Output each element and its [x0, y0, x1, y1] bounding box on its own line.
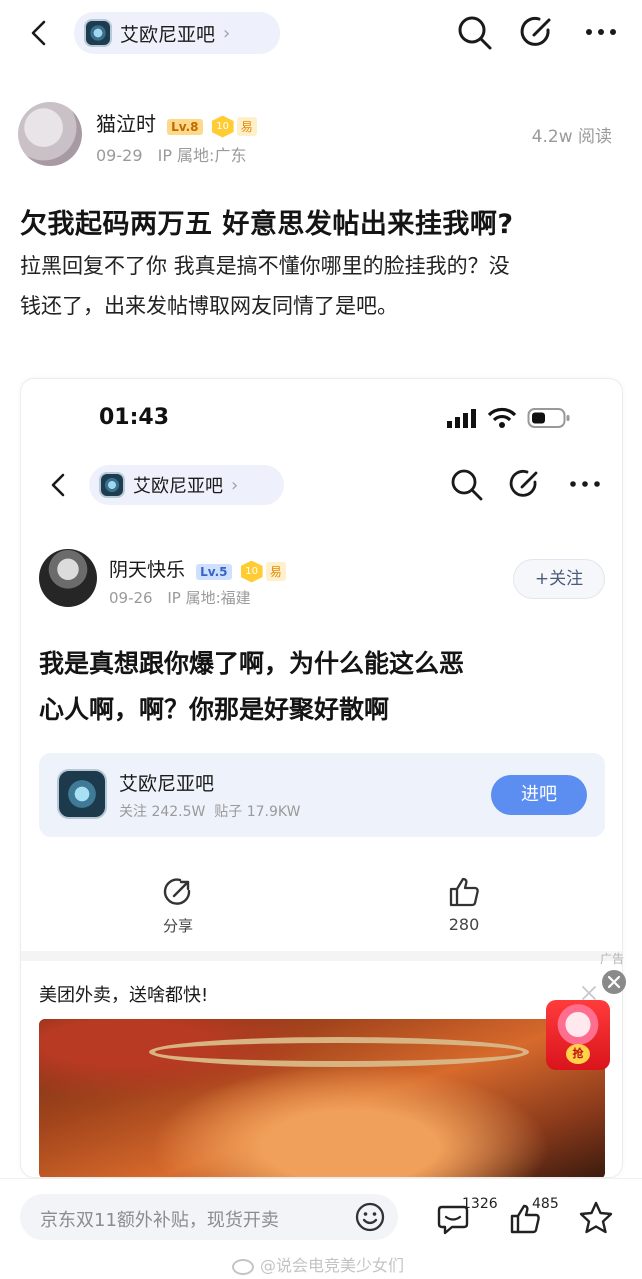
forum-card: 艾欧尼亚吧 关注 242.5W 贴子 17.9KW 进吧 [39, 753, 605, 837]
embedded-screenshot: 01:43 艾欧尼亚吧 › 阴天快乐 Lv.5 10 易 09-26 IP 属地… [20, 378, 623, 1178]
reply-input[interactable]: 京东双11额外补贴，现货开卖 [20, 1194, 398, 1240]
back-icon [47, 471, 69, 499]
search-icon [449, 467, 485, 503]
author-avatar [39, 549, 97, 607]
post-meta: 09-29 IP 属地:广东 [96, 142, 246, 166]
thumbs-up-icon [447, 875, 481, 909]
post-ip: IP 属地:广东 [157, 146, 247, 165]
edit-icon [507, 466, 543, 502]
forum-pill[interactable]: 艾欧尼亚吧 › [74, 12, 280, 54]
ad-food-image [39, 1019, 605, 1177]
forum-logo-icon [84, 19, 112, 47]
back-icon[interactable] [26, 18, 52, 48]
enter-forum-button: 进吧 [491, 775, 587, 815]
author-line: 猫泣时 Lv.8 10 易 [96, 108, 257, 138]
forum-name: 艾欧尼亚吧 [120, 23, 216, 46]
author-name: 阴天快乐 [109, 559, 186, 581]
level-badge: Lv.8 [167, 118, 203, 135]
post-body-line: 拉黑回复不了你 我真是搞不懂你哪里的脸挂我的？没 [20, 254, 510, 278]
level-badge: Lv.5 [196, 563, 232, 580]
like-count: 485 [532, 1196, 559, 1212]
post-date: 09-26 [109, 589, 153, 607]
easy-tag: 易 [265, 562, 286, 581]
status-time: 01:43 [99, 405, 170, 430]
easy-tag: 易 [236, 117, 257, 136]
watermark: @说会电竞美少女们 [232, 1252, 404, 1276]
post-body-line: 钱还了，出来发帖博取网友同情了是吧。 [20, 294, 398, 318]
share-label: 分享 [162, 917, 193, 935]
edit-icon[interactable] [518, 13, 556, 51]
close-icon[interactable] [601, 969, 627, 995]
divider [21, 951, 622, 961]
post-date: 09-29 [96, 146, 143, 165]
view-count: 4.2w 阅读 [531, 127, 612, 147]
forum-pill: 艾欧尼亚吧 › [89, 465, 284, 505]
share-icon [161, 875, 195, 909]
post-ip: IP 属地:福建 [167, 589, 251, 607]
more-icon[interactable] [584, 22, 618, 42]
embedded-title-line: 心人啊，啊？你那是好聚好散啊 [39, 695, 390, 724]
post-meta: 09-26 IP 属地:福建 [109, 587, 251, 608]
watermark-text: @说会电竞美少女们 [260, 1256, 405, 1275]
post-body: 拉黑回复不了你 我真是搞不懂你哪里的脸挂我的？没 钱还了，出来发帖博取网友同情了… [20, 246, 630, 326]
forum-logo-icon [99, 472, 125, 498]
forum-name: 艾欧尼亚吧 [133, 476, 223, 497]
star-icon[interactable] [578, 1200, 614, 1236]
red-packet-icon[interactable]: 抢 [546, 1000, 610, 1070]
ad-tag: 广告 [600, 952, 625, 966]
forum-card-logo-icon [57, 769, 107, 819]
forum-card-stats: 关注 242.5W 贴子 17.9KW [119, 804, 301, 820]
comment-count: 1326 [462, 1196, 498, 1212]
battery-icon [527, 407, 571, 429]
emoji-icon[interactable] [354, 1201, 386, 1233]
signal-icon [446, 407, 480, 429]
follow-button: +关注 [513, 559, 605, 599]
author-line: 阴天快乐 Lv.5 10 易 [109, 555, 286, 583]
post-title: 欠我起码两万五 好意思发帖出来挂我啊? [20, 209, 514, 240]
coin-badge: 10 [211, 115, 234, 138]
ad-text: 美团外卖，送啥都快! [39, 985, 209, 1006]
search-icon[interactable] [456, 14, 494, 52]
red-packet-label: 抢 [566, 1044, 590, 1064]
like-count: 280 [448, 915, 480, 934]
author-name[interactable]: 猫泣时 [96, 112, 156, 136]
embedded-title: 我是真想跟你爆了啊，为什么能这么恶 心人啊，啊？你那是好聚好散啊 [39, 641, 609, 733]
forum-card-name: 艾欧尼亚吧 [119, 773, 215, 795]
coin-badge: 10 [240, 560, 263, 583]
embedded-title-line: 我是真想跟你爆了啊，为什么能这么恶 [39, 649, 465, 678]
chevron-right-icon: › [231, 474, 239, 496]
chevron-right-icon: › [223, 22, 231, 44]
more-icon [569, 475, 601, 493]
reply-placeholder: 京东双11额外补贴，现货开卖 [40, 1210, 279, 1231]
weibo-logo-icon [232, 1258, 254, 1275]
wifi-icon [487, 406, 517, 430]
author-avatar[interactable] [18, 102, 82, 166]
